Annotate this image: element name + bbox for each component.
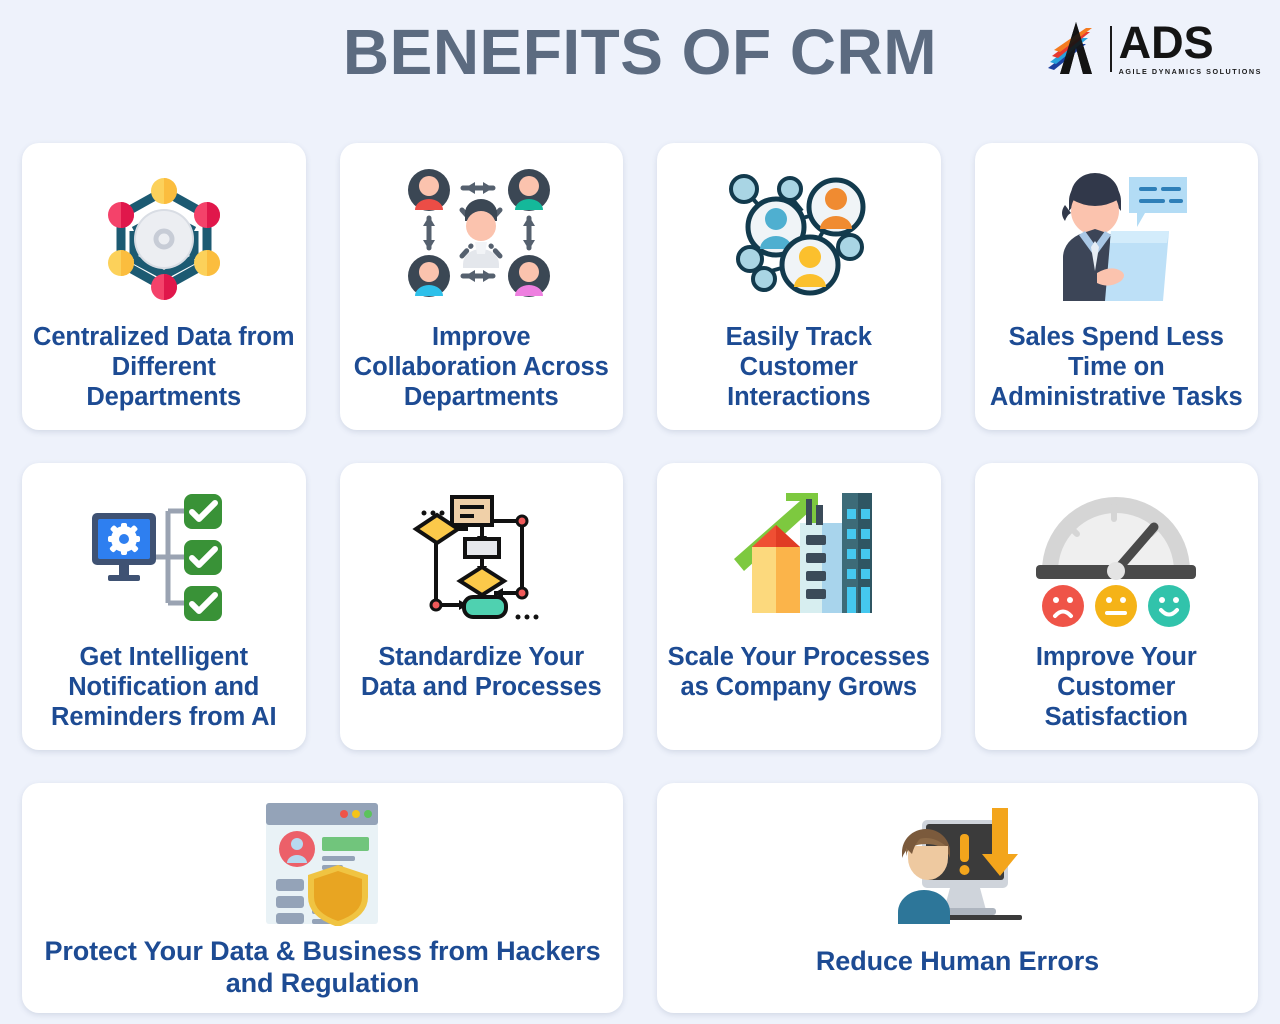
benefit-card-track-interactions[interactable]: Easily Track Customer Interactions: [657, 143, 941, 430]
icon-container: [30, 481, 298, 636]
benefit-label: Sales Spend Less Time on Administrative …: [989, 323, 1243, 412]
benefit-label: Scale Your Processes as Company Grows: [667, 643, 930, 702]
icon-container: [665, 801, 1250, 936]
benefit-card-less-admin-time[interactable]: Sales Spend Less Time on Administrative …: [974, 143, 1258, 430]
hexagon-network-gear-icon: [107, 177, 220, 300]
gear-icon: [108, 523, 141, 555]
page-header: BENEFITS OF CRM ADS AGILE DYNAMICS SOLUT…: [0, 0, 1280, 110]
icon-container: [348, 161, 616, 316]
speech-bubble: [1129, 176, 1188, 227]
logo-tagline: AGILE DYNAMICS SOLUTIONS: [1118, 67, 1262, 77]
icon-container: [665, 481, 933, 636]
benefit-card-protect-data[interactable]: Protect Your Data & Business from Hacker…: [22, 783, 623, 1013]
icon-container: [30, 161, 298, 316]
logo-divider: [1109, 26, 1112, 72]
benefits-row-3: Protect Your Data & Business from Hacker…: [22, 783, 1258, 1013]
benefit-card-reduce-errors[interactable]: Reduce Human Errors: [657, 783, 1258, 1013]
check-box-group: [184, 494, 223, 621]
benefit-card-improve-collaboration[interactable]: Improve Collaboration Across Departments: [339, 143, 623, 430]
warning-exclamation-icon: [959, 834, 969, 875]
logo-a-mark-icon: [1047, 22, 1092, 74]
satisfaction-gauge-icon: [1036, 496, 1197, 627]
icon-container: [665, 161, 933, 316]
salesperson-document-icon: [1062, 172, 1188, 301]
icon-container: [348, 481, 616, 636]
benefits-grid: Centralized Data from Different Departme…: [22, 143, 1258, 1024]
growth-buildings-icon: [733, 492, 872, 613]
benefit-label: Standardize Your Data and Processes: [360, 643, 602, 702]
customer-network-icon: [728, 173, 866, 295]
face-happy: [1148, 584, 1191, 627]
team-collaboration-icon: [408, 168, 551, 297]
benefit-label: Protect Your Data & Business from Hacker…: [44, 936, 601, 998]
benefit-label: Easily Track Customer Interactions: [725, 323, 872, 412]
logo-brand-text: ADS: [1118, 16, 1214, 68]
benefit-label: Centralized Data from Different Departme…: [33, 323, 295, 412]
benefits-row-1: Centralized Data from Different Departme…: [22, 143, 1258, 430]
icon-container: [30, 801, 615, 926]
secure-profile-shield-icon: [265, 803, 378, 926]
error-warning-monitor-icon: [897, 808, 1022, 924]
monitor-checklist-icon: [92, 494, 223, 621]
flowchart-icon: [412, 494, 539, 619]
benefit-card-customer-satisfaction[interactable]: Improve Your Customer Satisfaction: [974, 463, 1258, 750]
icon-container: [983, 481, 1251, 636]
benefit-card-standardize-processes[interactable]: Standardize Your Data and Processes: [339, 463, 623, 750]
company-logo: ADS AGILE DYNAMICS SOLUTIONS: [1046, 18, 1262, 80]
benefit-label: Improve Your Customer Satisfaction: [1035, 643, 1197, 732]
benefit-card-scale-processes[interactable]: Scale Your Processes as Company Grows: [657, 463, 941, 750]
benefit-label: Reduce Human Errors: [815, 946, 1100, 976]
benefit-card-centralized-data[interactable]: Centralized Data from Different Departme…: [22, 143, 306, 430]
face-neutral: [1095, 584, 1138, 627]
benefit-label: Get Intelligent Notification and Reminde…: [51, 643, 277, 732]
icon-container: [983, 161, 1251, 316]
benefit-label: Improve Collaboration Across Departments: [353, 323, 609, 412]
benefit-card-intelligent-notification[interactable]: Get Intelligent Notification and Reminde…: [22, 463, 306, 750]
face-sad: [1042, 584, 1085, 627]
window-dots: [339, 810, 372, 818]
document: [1105, 230, 1170, 301]
benefits-row-2: Get Intelligent Notification and Reminde…: [22, 463, 1258, 750]
